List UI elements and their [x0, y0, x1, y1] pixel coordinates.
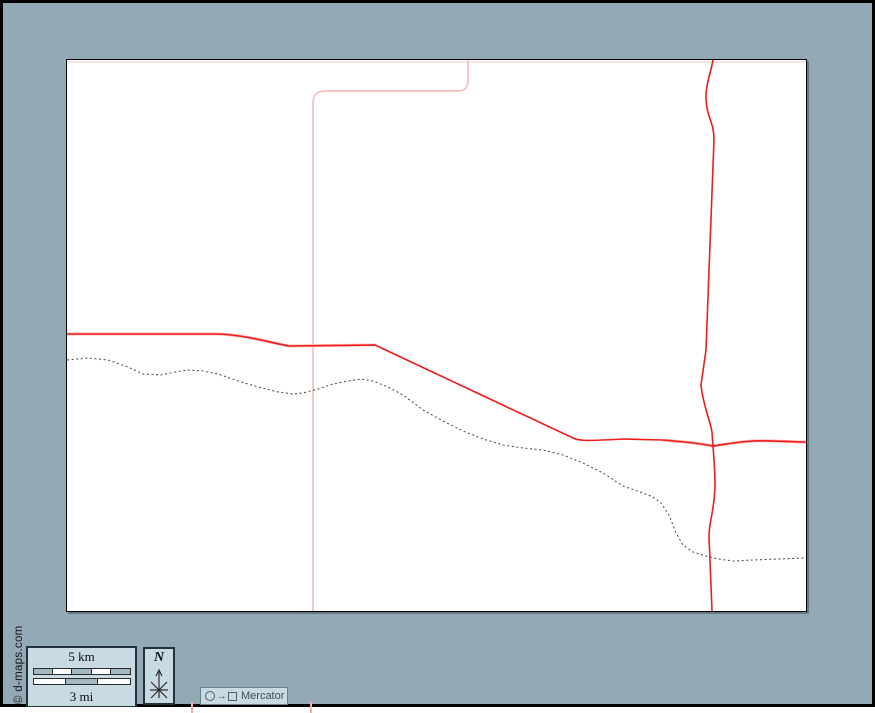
scale-box: 5 km 3 mi [26, 646, 137, 708]
scale-segment [110, 668, 130, 674]
vertical-road-line [700, 60, 716, 611]
scale-segment [97, 679, 130, 685]
scale-bar-mi [32, 678, 131, 686]
document-frame: 5 km 3 mi N → Mercator © d-maps.com [0, 0, 875, 708]
copyright-text: © d-maps.com [13, 625, 25, 704]
road-edge-tick [310, 702, 312, 713]
bottom-strip [0, 707, 875, 713]
north-label: N [153, 650, 165, 665]
map-roads-layer [67, 60, 806, 611]
main-road-line [67, 333, 806, 447]
scale-segment [33, 668, 52, 674]
scale-segment [64, 679, 98, 685]
projection-circle-icon [205, 691, 215, 701]
projection-label: Mercator [241, 690, 285, 702]
scale-segment [90, 668, 111, 674]
scale-segment [71, 668, 91, 674]
map-area [66, 59, 807, 612]
north-arrow-box: N [143, 647, 175, 705]
secondary-road-line [312, 60, 469, 611]
projection-square-icon [228, 691, 237, 701]
scale-segment [33, 679, 65, 685]
main-road-halo-line [67, 332, 806, 448]
projection-box: → Mercator [200, 687, 288, 705]
page: 5 km 3 mi N → Mercator © d-maps.com [0, 0, 875, 713]
dotted-boundary-line [67, 357, 806, 562]
scale-km-label: 5 km [68, 649, 95, 664]
scale-mi-label: 3 mi [69, 688, 94, 704]
north-compass-icon [150, 668, 168, 699]
road-edge-tick [191, 702, 193, 713]
projection-arrow-icon: → [216, 690, 227, 702]
scale-segment [51, 668, 72, 674]
scale-bar-km [32, 667, 131, 675]
